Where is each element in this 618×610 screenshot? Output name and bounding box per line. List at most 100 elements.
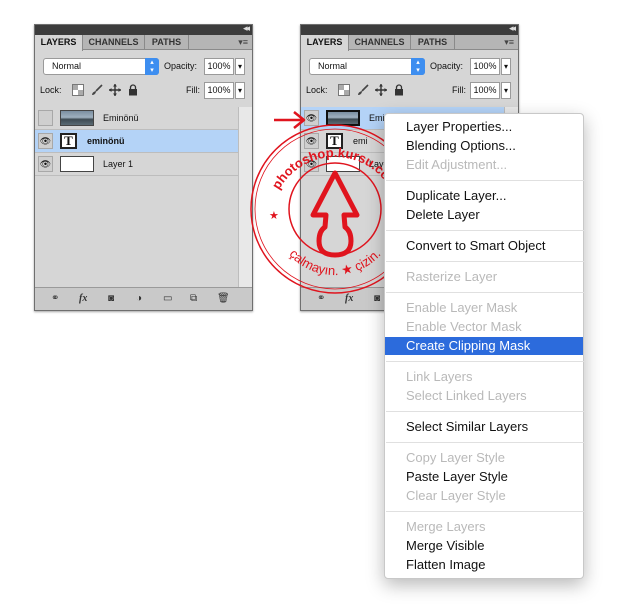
trash-icon[interactable]: 🗑	[217, 293, 230, 304]
layer-name: eminönü	[87, 136, 125, 146]
menu-separator	[386, 442, 584, 443]
menu-separator	[386, 180, 584, 181]
new-layer-icon[interactable]: ⧉	[190, 293, 197, 304]
layer-row[interactable]: Eminönü	[35, 107, 238, 130]
opacity-label: Opacity:	[164, 61, 198, 71]
layer-thumbnail	[60, 110, 94, 126]
menu-separator	[386, 411, 584, 412]
panel-title-bar: ◂◂	[35, 23, 252, 35]
menu-separator	[386, 261, 584, 262]
layer-thumbnail	[60, 156, 94, 172]
eye-icon[interactable]: 👁	[38, 156, 53, 172]
menu-item-enable-layer-mask: Enable Layer Mask	[406, 300, 518, 315]
menu-item-enable-vector-mask: Enable Vector Mask	[406, 319, 522, 334]
star-icon: ★	[269, 209, 279, 222]
lock-row: Lock: Fill: 100% ▾	[35, 80, 252, 100]
tab-layers[interactable]: LAYERS	[35, 35, 83, 51]
lock-row: Lock: Fill: 100% ▾	[301, 80, 518, 100]
watermark-logo-icon	[310, 170, 360, 258]
watermark-top-text: photoshop.kursu.com	[269, 145, 402, 192]
blend-mode-select[interactable]: Normal ▴ ▾	[43, 58, 159, 75]
lock-transparent-icon[interactable]	[72, 84, 84, 96]
tab-channels[interactable]: CHANNELS	[349, 35, 411, 50]
menu-item-blending-options[interactable]: Blending Options...	[385, 137, 583, 155]
layers-panel-left: ◂◂ LAYERS CHANNELS PATHS ▾≡ Normal ▴ ▾ Op…	[34, 23, 253, 311]
folder-icon[interactable]: ▭	[163, 293, 172, 304]
updown-arrow-icon: ▴ ▾	[145, 58, 159, 75]
opacity-field[interactable]: 100%	[470, 58, 500, 75]
move-icon[interactable]	[109, 84, 121, 96]
updown-arrow-icon: ▴ ▾	[411, 58, 425, 75]
menu-item-select-similar-layers[interactable]: Select Similar Layers	[385, 418, 583, 436]
tab-paths[interactable]: PATHS	[411, 35, 455, 50]
menu-item-paste-layer-style[interactable]: Paste Layer Style	[385, 468, 583, 486]
tab-channels[interactable]: CHANNELS	[83, 35, 145, 50]
menu-item-copy-layer-style: Copy Layer Style	[406, 450, 505, 465]
menu-item-clear-layer-style: Clear Layer Style	[406, 488, 506, 503]
panel-title-bar: ◂◂	[301, 23, 518, 35]
fill-label: Fill:	[452, 85, 466, 95]
blend-mode-select[interactable]: Normal ▴ ▾	[309, 58, 425, 75]
menu-separator	[386, 292, 584, 293]
opacity-label: Opacity:	[430, 61, 464, 71]
menu-item-edit-adjustment: Edit Adjustment...	[406, 157, 508, 172]
layer-name: Eminönü	[103, 113, 139, 123]
blend-mode-value: Normal	[318, 61, 348, 71]
brush-icon[interactable]	[357, 84, 369, 96]
panel-menu-icon[interactable]: ▾≡	[504, 35, 514, 50]
menu-item-rasterize-layer: Rasterize Layer	[406, 269, 498, 284]
lock-icon[interactable]	[127, 84, 139, 96]
opacity-field[interactable]: 100%	[204, 58, 234, 75]
menu-item-delete-layer[interactable]: Delete Layer	[385, 206, 583, 224]
fill-dropdown-icon[interactable]: ▾	[235, 82, 245, 99]
link-icon[interactable]: ⚭	[51, 293, 59, 304]
text-layer-icon: T	[60, 133, 77, 149]
menu-separator	[386, 230, 584, 231]
svg-text:çalmayın. ★ çizin.: çalmayın. ★ çizin.	[287, 246, 384, 278]
collapse-icon[interactable]: ◂◂	[243, 23, 250, 34]
collapse-icon[interactable]: ◂◂	[509, 23, 516, 34]
svg-text:photoshop.kursu.com: photoshop.kursu.com	[269, 145, 402, 192]
move-icon[interactable]	[375, 84, 387, 96]
watermark-bottom-text: çalmayın. ★ çizin.	[287, 246, 384, 278]
menu-item-layer-properties[interactable]: Layer Properties...	[385, 118, 583, 136]
opacity-dropdown-icon[interactable]: ▾	[501, 58, 511, 75]
menu-separator	[386, 511, 584, 512]
mask-icon[interactable]: ◙	[108, 293, 114, 304]
menu-item-select-linked-layers: Select Linked Layers	[406, 388, 527, 403]
layers-list: Eminönü 👁 T eminönü 👁 Layer 1	[35, 107, 238, 287]
panel-menu-icon[interactable]: ▾≡	[238, 35, 248, 50]
lock-icon[interactable]	[393, 84, 405, 96]
fx-icon[interactable]: fx	[79, 293, 87, 304]
fill-field[interactable]: 100%	[204, 82, 234, 99]
layer-context-menu: Layer Properties... Blending Options... Ed…	[384, 113, 584, 579]
tab-paths[interactable]: PATHS	[145, 35, 189, 50]
menu-item-duplicate-layer[interactable]: Duplicate Layer...	[385, 187, 583, 205]
menu-item-create-clipping-mask[interactable]: Create Clipping Mask	[385, 337, 583, 355]
panel-bottom-toolbar: ⚭ fx ◙ ◑ ▭ ⧉ 🗑	[35, 287, 252, 310]
menu-item-convert-to-smart-object[interactable]: Convert to Smart Object	[385, 237, 583, 255]
lock-transparent-icon[interactable]	[338, 84, 350, 96]
menu-separator	[386, 361, 584, 362]
menu-item-merge-visible[interactable]: Merge Visible	[385, 537, 583, 555]
fill-dropdown-icon[interactable]: ▾	[501, 82, 511, 99]
panel-tabs: LAYERS CHANNELS PATHS ▾≡	[35, 35, 252, 51]
layer-row[interactable]: 👁 Layer 1	[35, 153, 238, 176]
blend-mode-value: Normal	[52, 61, 82, 71]
menu-item-merge-layers: Merge Layers	[406, 519, 486, 534]
lock-label: Lock:	[306, 85, 328, 95]
menu-item-flatten-image[interactable]: Flatten Image	[385, 556, 583, 574]
opacity-dropdown-icon[interactable]: ▾	[235, 58, 245, 75]
eye-icon[interactable]: 👁	[38, 133, 53, 149]
menu-item-link-layers: Link Layers	[406, 369, 473, 384]
lock-label: Lock:	[40, 85, 62, 95]
visibility-toggle-empty[interactable]	[38, 110, 53, 126]
brush-icon[interactable]	[91, 84, 103, 96]
panel-tabs: LAYERS CHANNELS PATHS ▾≡	[301, 35, 518, 51]
fill-label: Fill:	[186, 85, 200, 95]
layer-row-selected[interactable]: 👁 T eminönü	[35, 130, 238, 153]
fill-field[interactable]: 100%	[470, 82, 500, 99]
adjustment-icon[interactable]: ◑	[136, 293, 142, 304]
layer-name: Layer 1	[103, 159, 134, 169]
tab-layers[interactable]: LAYERS	[301, 35, 349, 51]
